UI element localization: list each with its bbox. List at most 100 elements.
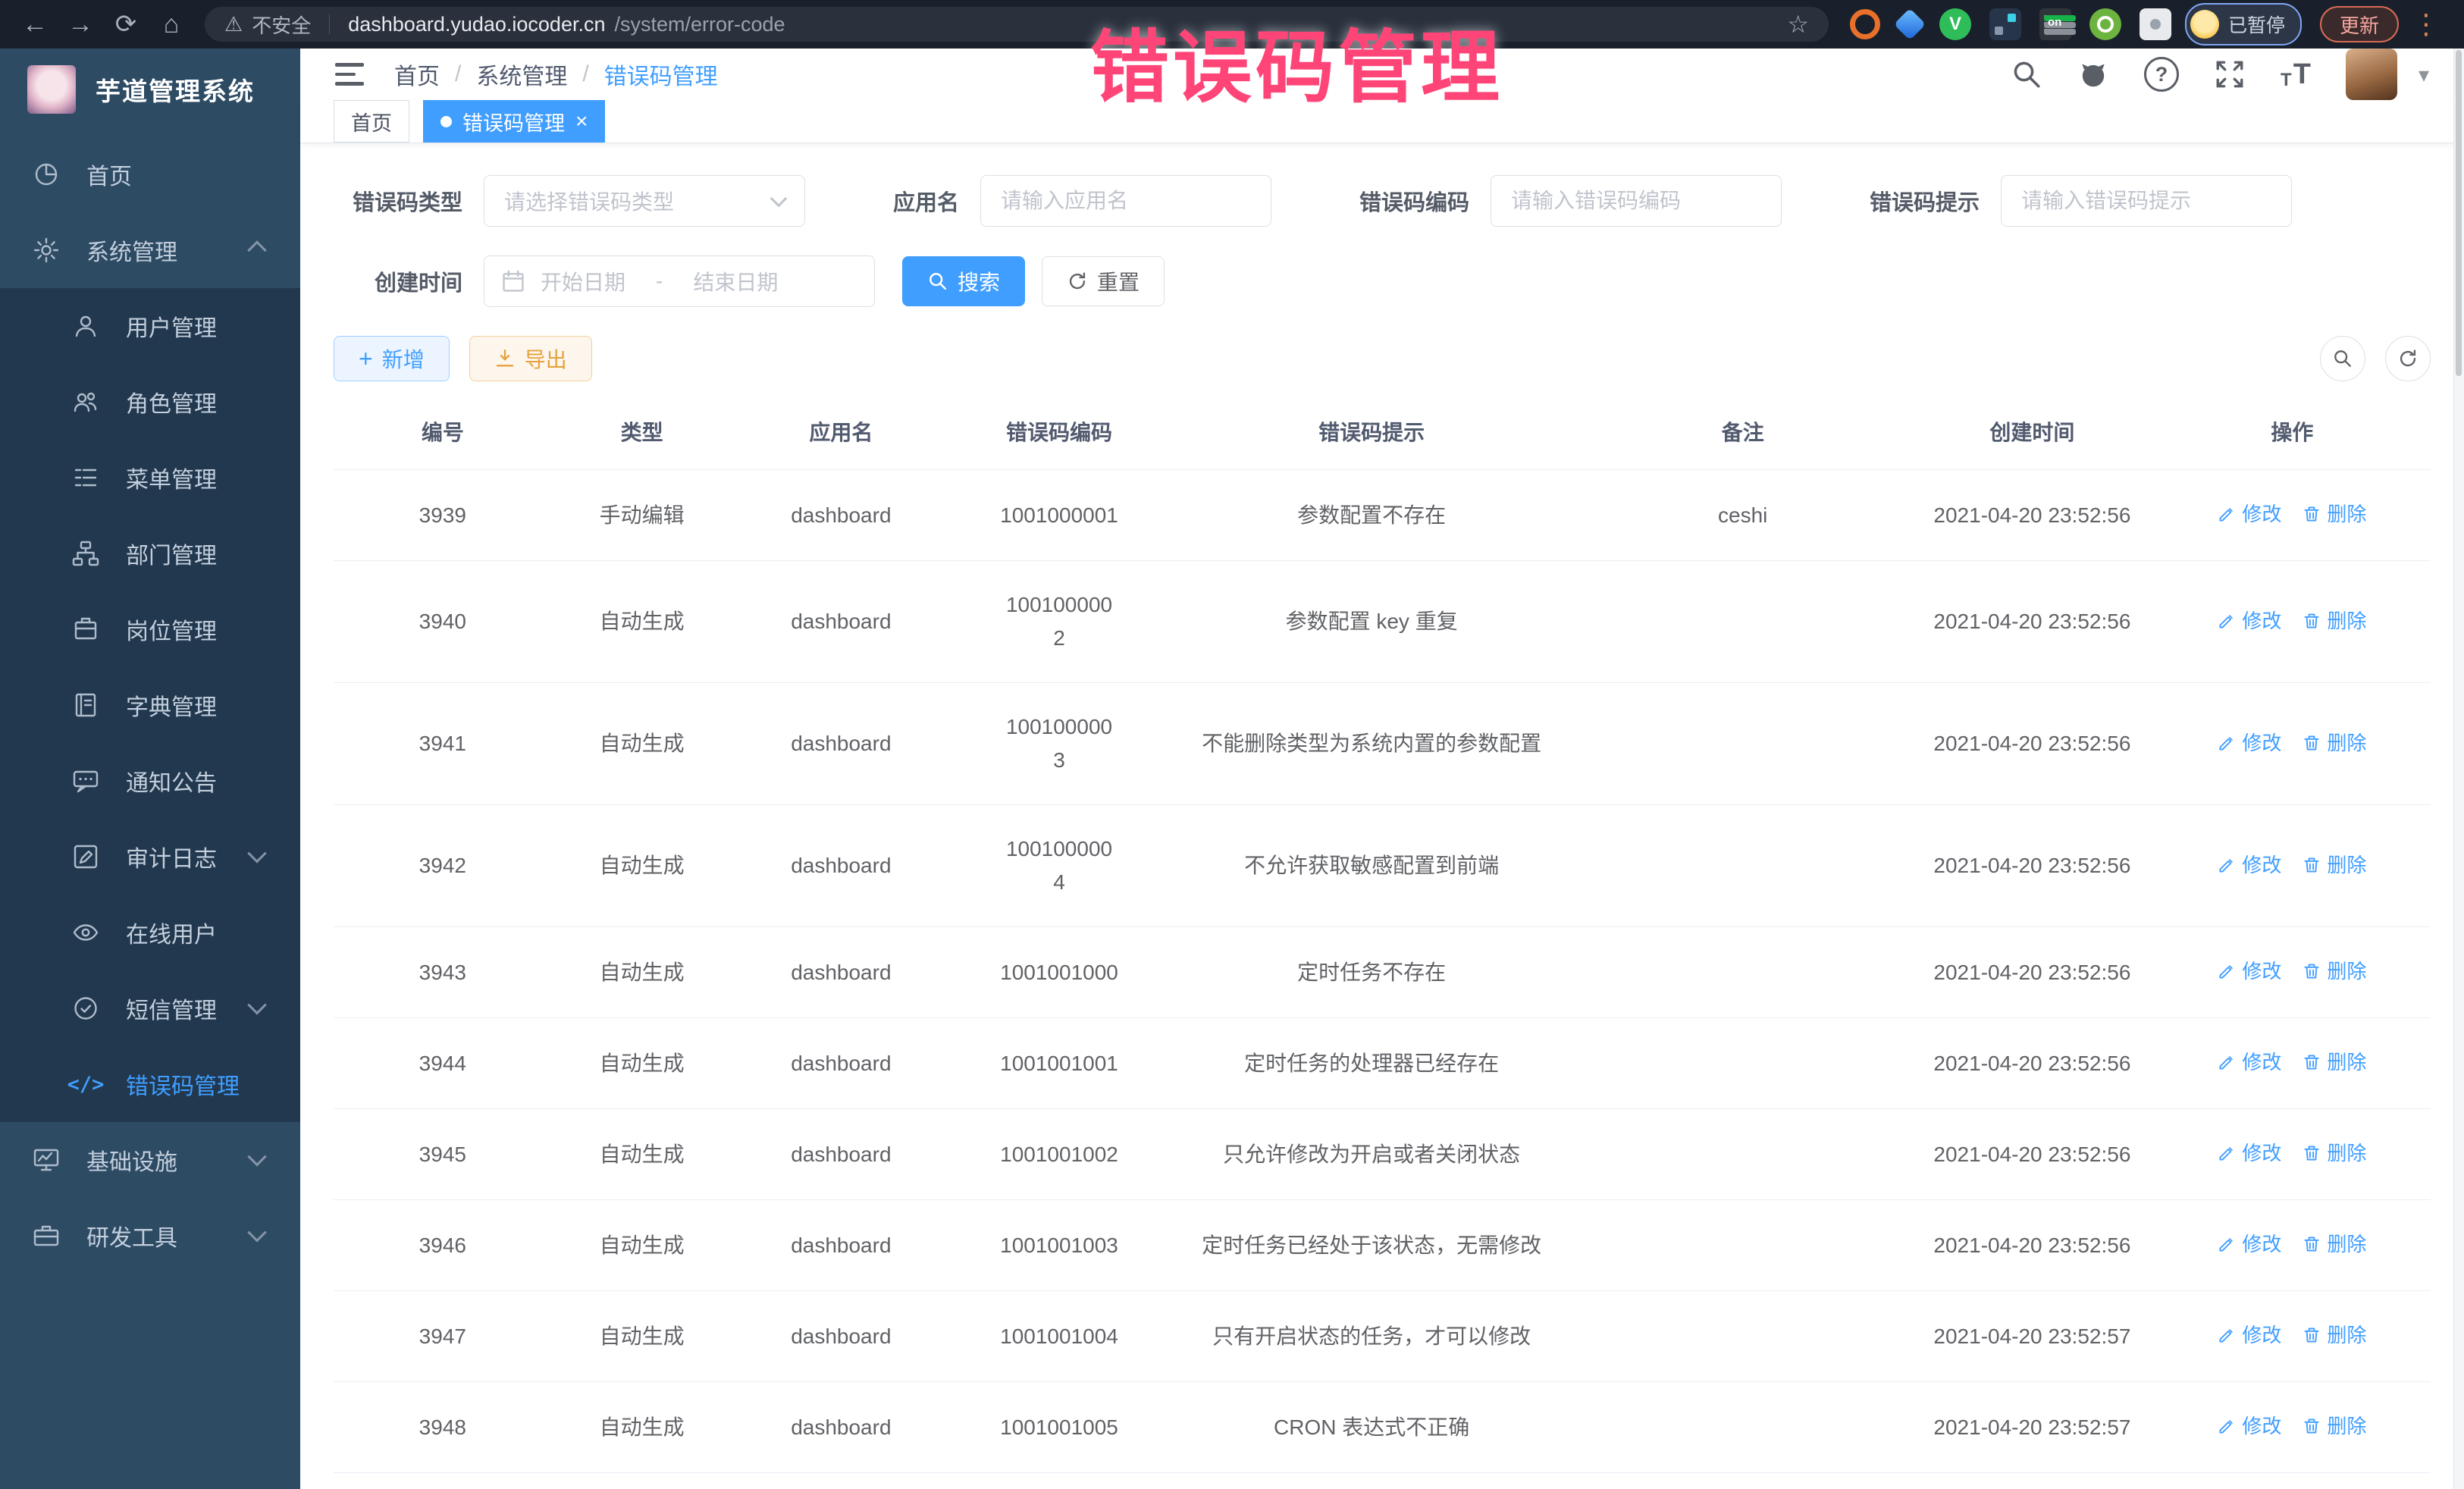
sidebar-item-label: 首页 [86,158,132,191]
delete-button[interactable]: 删除 [2303,497,2366,531]
sidebar-item-online-user[interactable]: 在线用户 [0,895,300,970]
cell-msg: 定时任务的处理器已经存在 [1168,1018,1575,1109]
delete-button[interactable]: 删除 [2303,604,2366,638]
error-code-input[interactable] [1491,175,1782,227]
delete-button[interactable]: 删除 [2303,1409,2366,1443]
font-size-icon[interactable]: TT [2281,58,2311,91]
edit-button[interactable]: 修改 [2218,497,2281,531]
search-icon[interactable] [2011,58,2042,90]
edit-button[interactable]: 修改 [2218,1136,2281,1170]
column-header: 类型 [552,393,732,470]
sidebar-item-notice[interactable]: 通知公告 [0,743,300,819]
sidebar-item-error-code[interactable]: </>错误码管理 [0,1046,300,1122]
back-icon[interactable]: ← [15,10,55,39]
browser-menu-icon[interactable]: ⋮ [2412,8,2440,40]
date-range-picker[interactable]: 开始日期 - 结束日期 [484,255,875,307]
create-time-label: 创建时间 [334,265,462,297]
sidebar-item-label: 研发工具 [86,1219,177,1252]
breadcrumb-system[interactable]: 系统管理 [476,58,567,91]
cell-actions: 修改删除 [2154,805,2431,927]
error-code-table: 编号类型应用名错误码编码错误码提示备注创建时间操作 3939手动编辑dashbo… [334,393,2431,1473]
hamburger-icon[interactable] [335,63,364,86]
edit-button[interactable]: 修改 [2218,1045,2281,1079]
reload-icon[interactable]: ⟳ [106,9,146,39]
url-path: /system/error-code [615,13,785,36]
edit-button[interactable]: 修改 [2218,848,2281,882]
extension-puzzle-icon[interactable] [2140,8,2171,40]
trash-icon [2303,505,2321,523]
close-icon[interactable]: × [575,109,588,133]
sidebar-item-dict[interactable]: 字典管理 [0,667,300,743]
caret-down-icon[interactable]: ▾ [2419,62,2429,87]
toggle-search-button[interactable] [2320,336,2365,381]
address-bar[interactable]: ⚠ 不安全 dashboard.yudao.iocoder.cn/system/… [205,7,1829,42]
tag-error-code[interactable]: 错误码管理 × [423,100,605,143]
app-title: 芋道管理系统 [96,71,255,108]
sidebar-item-sms[interactable]: 短信管理 [0,970,300,1046]
edit-button[interactable]: 修改 [2218,1318,2281,1352]
cell-id: 3943 [334,927,552,1018]
app-logo[interactable]: 芋道管理系统 [0,49,300,130]
extension-orange-ring-icon[interactable] [1850,9,1880,39]
refresh-button[interactable] [2385,336,2431,381]
sidebar-item-menu[interactable]: 菜单管理 [0,440,300,516]
table-row: 3943自动生成dashboard1001001000定时任务不存在2021-0… [334,927,2431,1018]
cell-code: 1001001002 [950,1109,1168,1200]
trash-icon [2303,856,2321,874]
extension-on-badge-icon[interactable]: on [2039,8,2071,40]
sidebar-item-home[interactable]: 首页 [0,136,300,212]
user-avatar[interactable] [2346,49,2397,100]
bookmark-star-icon[interactable]: ☆ [1787,10,1809,39]
extension-dark-grid-icon[interactable] [1989,8,2021,40]
sidebar-item-infra[interactable]: 基础设施 [0,1122,300,1198]
breadcrumb-home[interactable]: 首页 [394,58,440,91]
delete-button[interactable]: 删除 [2303,1318,2366,1352]
extension-blue-gem-icon[interactable] [1894,8,1926,40]
edit-button[interactable]: 修改 [2218,1409,2281,1443]
table-row: 3947自动生成dashboard1001001004只有开启状态的任务，才可以… [334,1291,2431,1382]
delete-button[interactable]: 删除 [2303,955,2366,988]
export-button[interactable]: 导出 [469,336,592,381]
add-button[interactable]: + 新增 [334,336,450,381]
extension-green-v-icon[interactable]: V [1939,8,1971,40]
help-icon[interactable]: ? [2144,57,2179,92]
delete-button[interactable]: 删除 [2303,1136,2366,1170]
sidebar-item-audit-log[interactable]: 审计日志 [0,819,300,895]
tag-home[interactable]: 首页 [334,100,409,143]
error-msg-input[interactable] [2001,175,2292,227]
app-name-input[interactable] [980,175,1271,227]
extension-green-key-icon[interactable] [2089,8,2121,40]
error-code-label: 错误码编码 [1359,185,1469,217]
sms-icon [70,995,102,1022]
search-button[interactable]: 搜索 [902,256,1025,306]
scrollbar-thumb[interactable] [2456,50,2462,376]
edit-button[interactable]: 修改 [2218,604,2281,638]
sidebar-item-user[interactable]: 用户管理 [0,288,300,364]
trash-icon [2303,612,2321,630]
sidebar-item-dept[interactable]: 部门管理 [0,516,300,591]
edit-button[interactable]: 修改 [2218,726,2281,760]
delete-button[interactable]: 删除 [2303,1227,2366,1261]
delete-button[interactable]: 删除 [2303,1045,2366,1079]
cell-actions: 修改删除 [2154,470,2431,561]
browser-update-button[interactable]: 更新 [2320,6,2399,42]
fullscreen-icon[interactable] [2214,58,2246,90]
home-icon[interactable]: ⌂ [152,10,191,39]
sidebar-item-dev-tool[interactable]: 研发工具 [0,1198,300,1274]
sidebar-item-label: 部门管理 [126,537,217,570]
sidebar-item-role[interactable]: 角色管理 [0,364,300,440]
trash-icon [2303,1326,2321,1344]
error-type-select[interactable]: 请选择错误码类型 [484,175,805,227]
cell-app: dashboard [732,1291,951,1382]
scrollbar[interactable] [2453,49,2464,1489]
edit-button[interactable]: 修改 [2218,1227,2281,1261]
reset-button[interactable]: 重置 [1042,256,1165,306]
forward-icon[interactable]: → [61,10,100,39]
delete-button[interactable]: 删除 [2303,848,2366,882]
github-icon[interactable] [2077,58,2109,90]
browser-profile-chip[interactable]: 已暂停 [2185,3,2302,45]
sidebar-item-system[interactable]: 系统管理 [0,212,300,288]
delete-button[interactable]: 删除 [2303,726,2366,760]
sidebar-item-post[interactable]: 岗位管理 [0,591,300,667]
edit-button[interactable]: 修改 [2218,955,2281,988]
